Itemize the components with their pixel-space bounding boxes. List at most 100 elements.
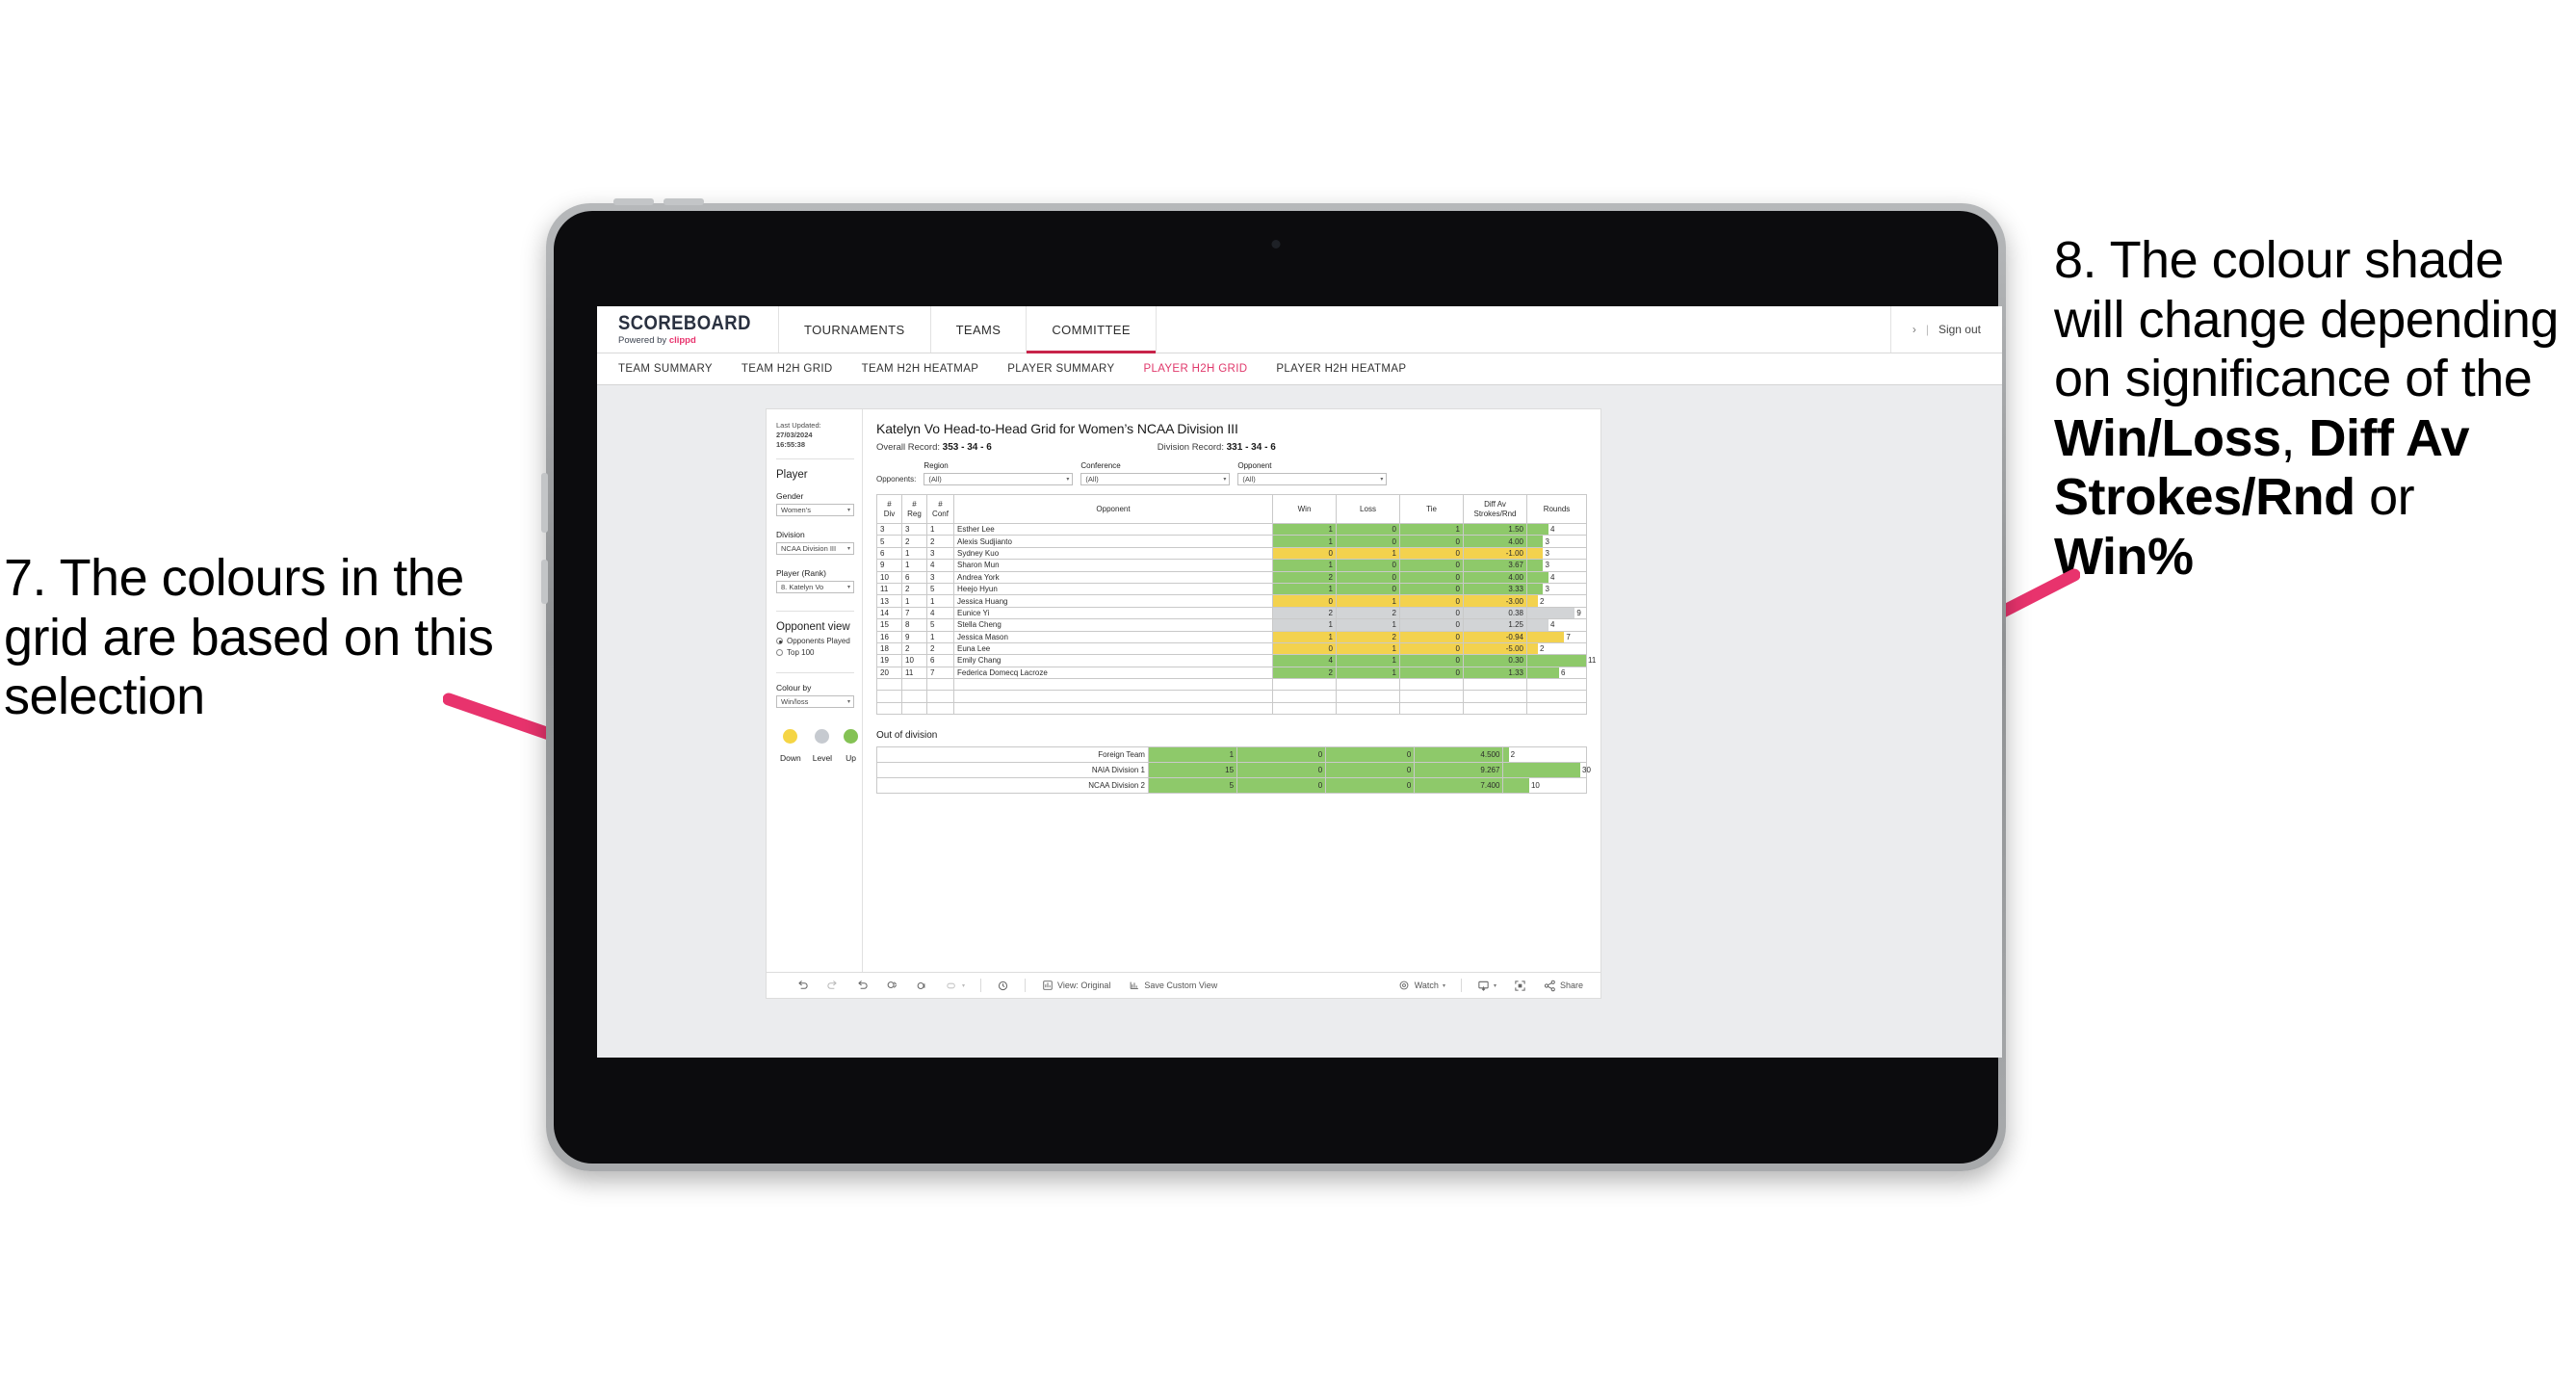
table-row[interactable]: 6 1 3 Sydney Kuo 0 1 0 -1.00 3 — [876, 546, 1587, 561]
col-header-win[interactable]: Win — [1272, 494, 1337, 524]
table-row[interactable]: 10 6 3 Andrea York 2 0 0 4.00 4 — [876, 570, 1587, 584]
table-row[interactable]: NCAA Division 2 5 0 0 7.400 10 — [876, 777, 1587, 795]
out-of-division-table: Foreign Team 1 0 0 4.500 2 NAIA Division 1 15 0 0… — [876, 746, 1591, 795]
table-row[interactable]: 19 10 6 Emily Chang 4 1 0 0.30 11 — [876, 654, 1596, 667]
cell-loss: 0 — [1336, 559, 1400, 572]
highlight-button[interactable]: ▾ — [937, 980, 974, 992]
col-header-tie[interactable]: Tie — [1399, 494, 1464, 524]
opponent-filters: Opponents: Region (All) ▾ Conference (Al… — [876, 461, 1587, 485]
revert-button[interactable] — [847, 980, 877, 992]
col-header-div[interactable]: # Div — [876, 494, 902, 524]
player-rank-dropdown[interactable]: 8. Katelyn Vo ▾ — [776, 581, 854, 594]
col-header-reg[interactable]: # Reg — [901, 494, 927, 524]
radio-top-100[interactable]: Top 100 — [776, 648, 854, 657]
division-dropdown[interactable]: NCAA Division III ▾ — [776, 542, 854, 556]
cell-win: 15 — [1147, 762, 1238, 779]
overall-record-label: Overall Record: — [876, 442, 943, 453]
nav-item-teams[interactable]: TEAMS — [931, 306, 1028, 353]
filter-region-dropdown[interactable]: (All) ▾ — [924, 473, 1074, 485]
cell-rounds: 3 — [1526, 546, 1587, 561]
colour-by-dropdown[interactable]: Win/loss ▾ — [776, 695, 854, 709]
table-row[interactable]: 16 9 1 Jessica Mason 1 2 0 -0.94 7 — [876, 630, 1587, 643]
cell-empty — [1399, 701, 1464, 716]
nav-item-committee[interactable]: COMMITTEE — [1027, 306, 1157, 353]
cell-rounds: 2 — [1502, 746, 1587, 764]
cell-reg: 2 — [901, 641, 927, 656]
cell-tie: 1 — [1399, 522, 1464, 536]
filter-conference-label: Conference — [1080, 461, 1121, 470]
table-row[interactable]: 3 3 1 Esther Lee 1 0 1 1.50 4 — [876, 522, 1587, 536]
refresh-button[interactable] — [877, 980, 907, 992]
download-button[interactable]: ▾ — [1469, 980, 1505, 992]
cell-empty — [1336, 701, 1400, 716]
cell-loss: 1 — [1336, 666, 1400, 680]
table-row[interactable]: 11 2 5 Heejo Hyun 1 0 0 3.33 3 — [876, 582, 1587, 596]
cell-diff: -3.00 — [1463, 594, 1527, 608]
filter-opponent-dropdown[interactable]: (All) ▾ — [1237, 473, 1388, 485]
share-label: Share — [1559, 981, 1583, 990]
table-row[interactable]: 13 1 1 Jessica Huang 0 1 0 -3.00 2 — [876, 594, 1587, 608]
sidebar-divider-2 — [776, 611, 854, 613]
cell-reg: 2 — [901, 535, 927, 548]
alerts-icon — [997, 980, 1009, 992]
share-button[interactable]: Share — [1535, 980, 1600, 992]
table-row[interactable]: NAIA Division 1 15 0 0 9.267 30 — [876, 762, 1591, 779]
cell-div: 19 — [876, 654, 902, 667]
toolbar-divider-3 — [1460, 979, 1462, 992]
filter-region: Region (All) ▾ — [924, 461, 1074, 485]
chevron-right-icon[interactable]: › — [1912, 323, 1916, 336]
filter-conference-dropdown[interactable]: (All) ▾ — [1080, 473, 1231, 485]
col-header-rounds[interactable]: Rounds — [1526, 494, 1587, 524]
col-header-conf[interactable]: # Conf — [926, 494, 954, 524]
table-row[interactable]: 18 2 2 Euna Lee 0 1 0 -5.00 2 — [876, 641, 1587, 656]
cell-diff: 3.67 — [1463, 559, 1527, 572]
cell-loss: 2 — [1336, 606, 1400, 620]
fullscreen-icon — [1514, 980, 1526, 992]
alerts-button[interactable] — [988, 980, 1018, 992]
sub-navigation-bar: TEAM SUMMARY TEAM H2H GRID TEAM H2H HEAT… — [597, 353, 2002, 385]
col-header-loss[interactable]: Loss — [1336, 494, 1400, 524]
tablet-camera — [1271, 240, 1281, 248]
sign-out-link[interactable]: Sign out — [1939, 323, 1981, 336]
watch-button[interactable]: Watch ▾ — [1390, 980, 1454, 992]
cell-win: 0 — [1272, 546, 1337, 561]
table-row[interactable]: Foreign Team 1 0 0 4.500 2 — [876, 746, 1587, 764]
brand-logo[interactable]: SCOREBOARD Powered by clippd — [597, 306, 779, 353]
gender-dropdown[interactable]: Women’s ▾ — [776, 504, 854, 517]
chevron-down-icon: ▾ — [1493, 982, 1496, 989]
subnav-item-team-h2h-heatmap[interactable]: TEAM H2H HEATMAP — [862, 363, 979, 375]
subnav-item-player-h2h-grid[interactable]: PLAYER H2H GRID — [1143, 363, 1247, 375]
cell-conf: 6 — [926, 654, 954, 667]
cell-group-name: Foreign Team — [876, 746, 1149, 764]
subnav-item-team-h2h-grid[interactable]: TEAM H2H GRID — [742, 363, 833, 375]
table-row[interactable]: 5 2 2 Alexis Sudjianto 1 0 0 4.00 3 — [876, 535, 1587, 548]
save-custom-view-button[interactable]: Save Custom View — [1119, 980, 1226, 992]
player-rank-label: Player (Rank) — [776, 568, 826, 579]
fullscreen-button[interactable] — [1505, 980, 1535, 992]
cell-diff: 9.267 — [1414, 762, 1504, 779]
cell-tie: 0 — [1325, 762, 1416, 779]
cell-reg: 7 — [901, 606, 927, 620]
pause-button[interactable] — [907, 980, 937, 992]
subnav-item-team-summary[interactable]: TEAM SUMMARY — [618, 363, 713, 375]
table-row[interactable]: 15 8 5 Stella Cheng 1 1 0 1.25 4 — [876, 618, 1587, 632]
cell-empty — [876, 701, 902, 716]
table-row[interactable]: 20 11 7 Federica Domecq Lacroze 2 1 0 1.33 6 — [876, 666, 1587, 680]
col-header-opponent[interactable]: Opponent — [953, 494, 1273, 524]
table-row[interactable]: 14 7 4 Eunice Yi 2 2 0 0.38 9 — [876, 606, 1587, 620]
cell-group-name: NCAA Division 2 — [876, 777, 1149, 795]
cell-opponent: Euna Lee — [953, 641, 1273, 656]
radio-opponents-played[interactable]: Opponents Played — [776, 637, 854, 645]
undo-button[interactable] — [788, 980, 818, 992]
col-header-diff[interactable]: Diff Av Strokes/Rnd — [1463, 494, 1527, 524]
redo-button[interactable] — [818, 980, 847, 992]
cell-empty — [876, 678, 902, 692]
nav-item-tournaments[interactable]: TOURNAMENTS — [779, 306, 931, 353]
cell-div: 18 — [876, 641, 902, 656]
table-row[interactable]: 9 1 4 Sharon Mun 1 0 0 3.67 3 — [876, 559, 1587, 572]
subnav-item-player-summary[interactable]: PLAYER SUMMARY — [1007, 363, 1114, 375]
cell-tie: 0 — [1325, 746, 1416, 764]
subnav-item-player-h2h-heatmap[interactable]: PLAYER H2H HEATMAP — [1276, 363, 1406, 375]
view-original-button[interactable]: View: Original — [1032, 980, 1119, 992]
cell-div: 5 — [876, 535, 902, 548]
